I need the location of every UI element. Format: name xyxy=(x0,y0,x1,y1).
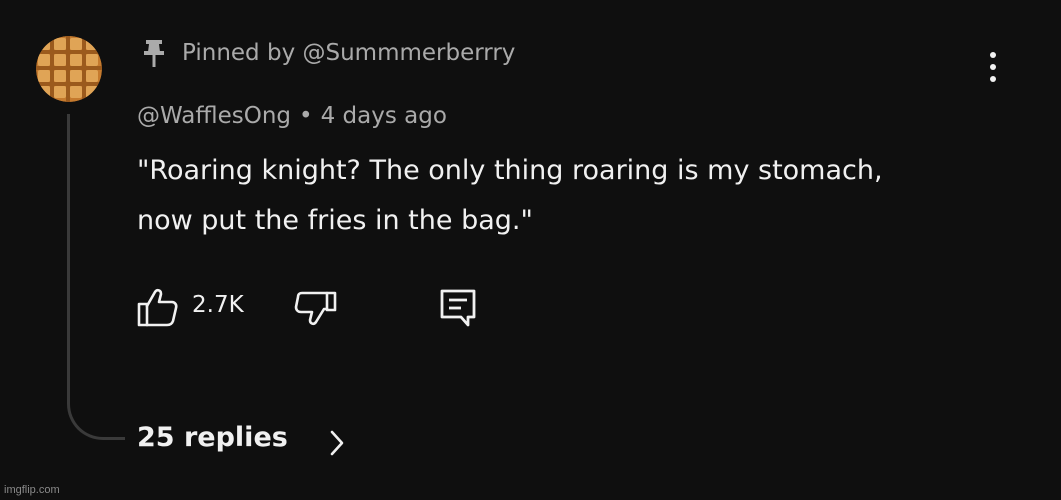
watermark: imgflip.com xyxy=(4,484,60,496)
thread-line xyxy=(67,114,125,440)
comment-meta: @WafflesOng • 4 days ago xyxy=(137,103,447,129)
more-vert-icon[interactable] xyxy=(978,50,1008,86)
pinned-label: Pinned by @Summmerberrry xyxy=(182,40,516,66)
chevron-right-icon[interactable] xyxy=(326,428,348,458)
comment-reply-icon[interactable] xyxy=(437,286,479,330)
like-count: 2.7K xyxy=(192,292,244,318)
replies-button[interactable]: 25 replies xyxy=(137,422,288,453)
pin-icon xyxy=(144,38,164,68)
avatar[interactable] xyxy=(36,36,102,102)
thumb-down-icon[interactable] xyxy=(294,288,338,332)
waffle-icon xyxy=(36,36,102,102)
author-handle[interactable]: @WafflesOng xyxy=(137,103,291,129)
comment-text: "Roaring knight? The only thing roaring … xyxy=(137,155,883,236)
thumb-up-icon[interactable] xyxy=(136,286,180,330)
meta-separator: • xyxy=(299,103,313,129)
comment-time[interactable]: 4 days ago xyxy=(321,103,447,129)
